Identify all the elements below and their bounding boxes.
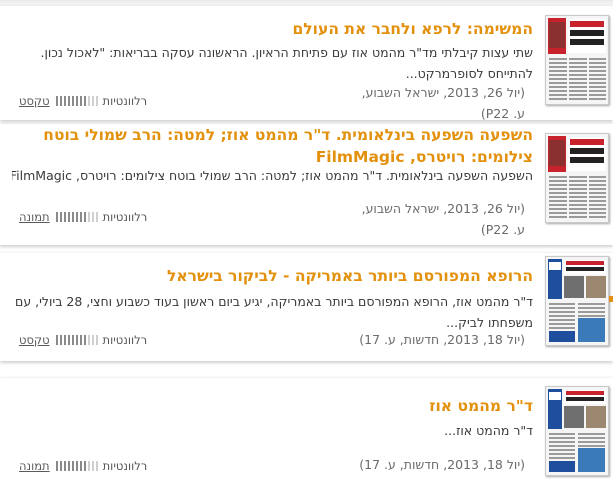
relevance-bar	[91, 96, 94, 106]
result-summary: השפעה השפעה בינלאומית. ד"ר מהמט אוז; למט…	[12, 168, 533, 183]
relevance-meter	[55, 461, 98, 471]
relevance-bar	[71, 96, 74, 106]
scroll-marker	[609, 296, 613, 302]
relevance-label: רלוונטיות	[102, 333, 148, 347]
relevance-bar	[83, 461, 86, 471]
relevance-bar	[67, 461, 70, 471]
result-title[interactable]: השפעה השפעה בינלאומית. ד"ר מהמט אוז; למט…	[12, 124, 533, 168]
relevance-bar	[79, 96, 82, 106]
newspaper-page-thumbnail	[546, 134, 608, 222]
result-title[interactable]: הרופא המפורסם ביותר באמריקה - לביקור ביש…	[12, 265, 533, 287]
result-thumbnail[interactable]	[545, 256, 609, 346]
relevance-bar	[67, 212, 70, 222]
result-card: הרופא המפורסם ביותר באמריקה - לביקור ביש…	[0, 253, 613, 361]
result-type-link[interactable]: טקסט	[19, 333, 50, 347]
relevance-bar	[87, 212, 90, 222]
result-meta-source: (יול 18, 2013, חדשות, ע. 17)	[359, 457, 525, 472]
relevance-bar	[59, 461, 62, 471]
result-type-link[interactable]: טקסט	[19, 94, 50, 108]
relevance-bar	[59, 335, 62, 345]
relevance-bar	[95, 461, 98, 471]
relevance-bar	[55, 212, 58, 222]
result-meta-source: (יול 26, 2013, ישראל השבוע,	[361, 85, 525, 100]
relevance-bar	[75, 335, 78, 345]
relevance-bar	[63, 212, 66, 222]
relevance-bar	[83, 96, 86, 106]
relevance-bar	[71, 335, 74, 345]
relevance-label: רלוונטיות	[102, 210, 148, 224]
relevance-bar	[67, 335, 70, 345]
relevance-bar	[75, 212, 78, 222]
relevance-bar	[91, 335, 94, 345]
relevance-bar	[95, 212, 98, 222]
result-meta: (יול 18, 2013, חדשות, ע. 17)	[335, 454, 525, 475]
result-relevance: תמונה רלוונטיות	[19, 458, 147, 474]
relevance-bar	[91, 461, 94, 471]
relevance-bar	[63, 96, 66, 106]
relevance-bar	[59, 96, 62, 106]
result-type-link[interactable]: תמונה	[19, 210, 50, 224]
search-results-page: המשימה: לרפא ולחבר את העולם שתי עצות קיב…	[0, 0, 613, 495]
relevance-bar	[59, 212, 62, 222]
relevance-bar	[83, 335, 86, 345]
relevance-bar	[71, 212, 74, 222]
relevance-bar	[79, 461, 82, 471]
result-card: השפעה השפעה בינלאומית. ד"ר מהמט אוז; למט…	[0, 124, 613, 245]
relevance-meter	[55, 212, 98, 222]
result-card: המשימה: לרפא ולחבר את העולם שתי עצות קיב…	[0, 6, 613, 121]
relevance-bar	[75, 461, 78, 471]
relevance-bar	[63, 335, 66, 345]
relevance-label: רלוונטיות	[102, 94, 148, 108]
result-relevance: טקסט רלוונטיות	[19, 93, 147, 109]
result-title[interactable]: ד"ר מהמט אוז	[12, 395, 533, 417]
relevance-bar	[95, 96, 98, 106]
result-meta-source: (יול 18, 2013, חדשות, ע. 17)	[359, 332, 525, 347]
relevance-bar	[71, 461, 74, 471]
relevance-bar	[91, 212, 94, 222]
relevance-bar	[83, 212, 86, 222]
result-meta-page: ע. P22)	[480, 222, 525, 237]
result-meta: (יול 26, 2013, ישראל השבוע, ע. P22)	[335, 82, 525, 124]
relevance-bar	[95, 335, 98, 345]
result-meta-page: ע. P22)	[480, 106, 525, 121]
result-relevance: טקסט רלוונטיות	[19, 332, 147, 348]
relevance-bar	[75, 96, 78, 106]
result-title[interactable]: המשימה: לרפא ולחבר את העולם	[12, 18, 534, 40]
result-relevance: תמונה רלוונטיות	[19, 209, 147, 225]
relevance-bar	[55, 96, 58, 106]
result-thumbnail[interactable]	[545, 133, 609, 223]
result-meta-source: (יול 26, 2013, ישראל השבוע,	[361, 201, 525, 216]
relevance-bar	[87, 335, 90, 345]
newspaper-page-thumbnail	[546, 257, 608, 345]
newspaper-page-thumbnail	[546, 387, 608, 475]
newspaper-page-thumbnail	[546, 16, 608, 104]
relevance-meter	[55, 335, 98, 345]
relevance-bar	[63, 461, 66, 471]
relevance-meter	[55, 96, 98, 106]
result-summary: ד"ר מהמט אוז...	[444, 423, 533, 438]
result-type-link[interactable]: תמונה	[19, 459, 50, 473]
relevance-label: רלוונטיות	[102, 459, 148, 473]
result-thumbnail[interactable]	[545, 15, 609, 105]
result-thumbnail[interactable]	[545, 386, 609, 476]
relevance-bar	[55, 335, 58, 345]
result-card: ד"ר מהמט אוז ד"ר מהמט אוז... (יול 18, 20…	[0, 378, 613, 495]
relevance-bar	[79, 212, 82, 222]
relevance-bar	[87, 96, 90, 106]
result-summary: שתי עצות קיבלתי מד"ר מהמט אוז עם פתיחת ה…	[40, 45, 533, 81]
relevance-bar	[79, 335, 82, 345]
result-meta: (יול 26, 2013, ישראל השבוע, ע. P22)	[335, 198, 525, 240]
relevance-bar	[87, 461, 90, 471]
relevance-bar	[55, 461, 58, 471]
result-meta: (יול 18, 2013, חדשות, ע. 17)	[335, 329, 525, 350]
result-summary: ד"ר מהמט אוז, הרופא המפורסם ביותר באמריק…	[15, 294, 533, 330]
relevance-bar	[67, 96, 70, 106]
